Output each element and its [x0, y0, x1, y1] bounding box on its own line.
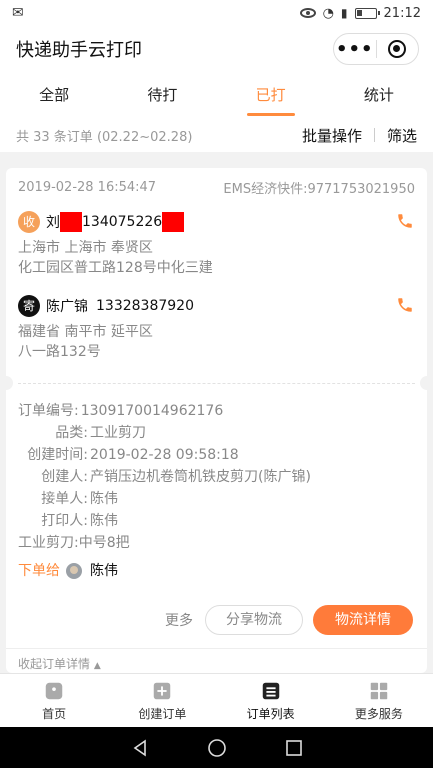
creator-label: 创建人: — [41, 469, 88, 485]
assign-tag: 下单给 — [18, 563, 60, 579]
receiver-address-line1: 上海市 上海市 奉贤区 — [18, 240, 153, 256]
app-header: 快递助手云打印 ••• — [0, 26, 433, 72]
redaction-block — [60, 212, 82, 232]
created-value: 2019-02-28 09:58:18 — [90, 447, 239, 463]
card-notch-left — [6, 376, 13, 390]
order-actions: 更多 分享物流 物流详情 — [165, 605, 413, 635]
tab-pending[interactable]: 待打 — [108, 72, 216, 118]
recents-icon[interactable] — [285, 739, 303, 757]
order-datetime: 2019-02-28 16:54:47 — [18, 179, 157, 195]
sender-badge: 寄 — [18, 295, 40, 317]
call-receiver-icon[interactable] — [396, 212, 414, 230]
sender-name: 陈广锦 — [46, 299, 88, 315]
batch-operation-button[interactable]: 批量操作 — [302, 125, 362, 146]
receiver-phone: 134075226 — [82, 214, 163, 230]
logistics-detail-button[interactable]: 物流详情 — [313, 605, 413, 635]
eye-comfort-icon — [299, 8, 316, 18]
nav-order-list-label: 订单列表 — [246, 706, 295, 721]
nav-home[interactable]: 首页 — [0, 674, 108, 727]
call-sender-icon[interactable] — [396, 296, 414, 314]
sender-address-line2: 八一路132号 — [18, 344, 101, 360]
category-label: 品类: — [55, 425, 88, 441]
creator-value: 产销压边机卷筒机铁皮剪刀(陈广锦) — [90, 469, 311, 485]
receiver-address-line2: 化工园区普工路128号中化三建 — [18, 260, 213, 276]
nav-home-label: 首页 — [42, 706, 67, 721]
more-actions-button[interactable]: 更多 — [165, 610, 193, 630]
filter-button[interactable]: 筛选 — [387, 125, 417, 146]
grid-icon — [370, 682, 388, 699]
sender-address-line1: 福建省 南平市 延平区 — [18, 324, 153, 340]
status-time: 21:12 — [383, 5, 421, 21]
item-line: 工业剪刀:中号8把 — [18, 535, 130, 551]
nav-order-list[interactable]: 订单列表 — [217, 674, 325, 727]
order-tabs: 全部 待打 已打 统计 — [0, 72, 433, 118]
receiver-person-label: 接单人: — [41, 491, 88, 507]
tab-all[interactable]: 全部 — [0, 72, 108, 118]
order-details: 订单编号: 1309170014962176 品类: 工业剪刀 创建时间: 2019-… — [18, 400, 418, 582]
filter-divider — [373, 128, 375, 142]
printer-label: 打印人: — [41, 513, 88, 529]
printer-value: 陈伟 — [90, 513, 118, 529]
collapse-details-toggle[interactable]: 收起订单详情 ▲ — [6, 648, 427, 673]
tab-stats[interactable]: 统计 — [325, 72, 433, 118]
signal-icon: ▮ — [340, 6, 348, 20]
receiver-block: 收 刘 134075226 上海市 上海市 奉贤区 化工园区普工路128号中化三… — [18, 210, 418, 278]
close-miniapp-button[interactable] — [377, 40, 419, 58]
receiver-name: 刘 — [46, 215, 60, 231]
sender-block: 寄 陈广锦 13328387920 福建省 南平市 延平区 八一路132号 — [18, 294, 418, 362]
created-label: 创建时间: — [27, 447, 88, 463]
system-nav-bar — [0, 727, 433, 768]
chevron-up-icon: ▲ — [93, 661, 101, 671]
notification-icon: ✉ — [12, 5, 24, 21]
nav-more-services[interactable]: 更多服务 — [325, 674, 433, 727]
back-icon[interactable] — [131, 738, 149, 757]
target-icon — [388, 40, 407, 58]
app-title: 快递助手云打印 — [16, 40, 142, 61]
nav-create-order[interactable]: 创建订单 — [108, 674, 216, 727]
plus-icon — [154, 682, 171, 699]
home-circle-icon[interactable] — [207, 738, 227, 758]
avatar — [66, 563, 82, 579]
order-no-label: 订单编号: — [18, 403, 79, 419]
sender-phone: 13328387920 — [96, 298, 194, 314]
miniapp-capsule: ••• — [333, 33, 419, 65]
status-bar: ✉ ◔ ▮ 21:12 — [0, 0, 433, 26]
order-card: 2019-02-28 16:54:47 EMS经济快件:977175302195… — [6, 168, 427, 673]
more-menu-button[interactable]: ••• — [334, 39, 376, 60]
express-tracking: EMS经济快件:9771753021950 — [223, 181, 415, 197]
home-icon — [45, 682, 63, 699]
category-value: 工业剪刀 — [90, 425, 146, 441]
redaction-block — [162, 212, 185, 232]
card-divider — [18, 383, 415, 384]
collapse-label: 收起订单详情 — [18, 657, 91, 671]
assignee-row: 下单给 陈伟 — [18, 560, 418, 582]
order-card-header: 2019-02-28 16:54:47 EMS经济快件:977175302195… — [6, 168, 427, 206]
nav-create-order-label: 创建订单 — [138, 706, 187, 721]
order-no-value: 1309170014962176 — [80, 403, 224, 419]
bottom-nav: 首页 创建订单 订单列表 更多服务 — [0, 673, 433, 727]
battery-icon — [354, 7, 380, 19]
nav-more-services-label: 更多服务 — [354, 706, 403, 721]
share-logistics-button[interactable]: 分享物流 — [205, 605, 303, 635]
tab-printed[interactable]: 已打 — [217, 72, 325, 118]
assignee-name: 陈伟 — [90, 563, 118, 579]
card-notch-right — [420, 376, 427, 390]
wifi-icon: ◔ — [322, 5, 334, 21]
order-count: 共 33 条订单 (02.22~02.28) — [16, 129, 193, 145]
receiver-person-value: 陈伟 — [90, 491, 118, 507]
list-icon — [262, 682, 279, 699]
filter-bar: 共 33 条订单 (02.22~02.28) 批量操作 筛选 — [0, 118, 433, 152]
receiver-badge: 收 — [18, 211, 40, 233]
